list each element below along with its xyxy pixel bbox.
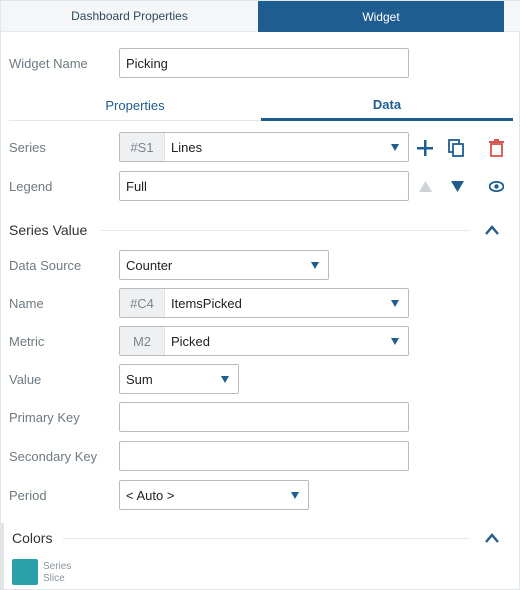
section-divider — [63, 538, 469, 539]
swatch-label-series: Series — [43, 561, 72, 572]
chevron-up-icon[interactable] — [484, 532, 500, 544]
data-source-label: Data Source — [9, 258, 82, 273]
period-select[interactable]: < Auto > — [119, 480, 309, 510]
legend-label: Legend — [9, 179, 53, 194]
metric-select[interactable]: M2 Picked — [119, 326, 409, 356]
color-swatch[interactable] — [12, 559, 38, 585]
chevron-down-icon — [311, 262, 319, 269]
tab-properties[interactable]: Properties — [9, 91, 261, 121]
widget-name-label: Widget Name — [9, 56, 88, 71]
primary-key-input[interactable] — [119, 402, 409, 432]
section-left-border — [1, 523, 4, 590]
series-label: Series — [9, 140, 46, 155]
legend-value: Full — [126, 178, 147, 194]
chevron-down-icon — [391, 300, 399, 307]
primary-key-label: Primary Key — [9, 410, 80, 425]
value-select[interactable]: Sum — [119, 364, 239, 394]
widget-name-value: Picking — [126, 55, 168, 71]
delete-icon[interactable] — [489, 139, 504, 157]
chevron-down-icon — [391, 144, 399, 151]
metric-tag: M2 — [120, 327, 165, 355]
name-label: Name — [9, 296, 44, 311]
series-select[interactable]: #S1 Lines — [119, 132, 409, 162]
section-divider — [101, 230, 469, 231]
name-value: ItemsPicked — [171, 295, 242, 311]
tab-widget[interactable]: Widget — [258, 1, 504, 32]
metric-label: Metric — [9, 334, 45, 349]
period-label: Period — [9, 488, 47, 503]
swatch-label-slice: Slice — [43, 573, 65, 584]
chevron-down-icon — [291, 492, 299, 499]
value-value: Sum — [126, 371, 153, 387]
series-tag: #S1 — [120, 133, 165, 161]
chevron-up-icon[interactable] — [484, 224, 500, 236]
secondary-key-input[interactable] — [119, 441, 409, 471]
tab-dashboard-properties[interactable]: Dashboard Properties — [1, 1, 258, 32]
value-label: Value — [9, 372, 42, 387]
chevron-down-icon — [221, 376, 229, 383]
copy-icon[interactable] — [448, 139, 464, 157]
secondary-key-label: Secondary Key — [9, 449, 98, 464]
tab-data[interactable]: Data — [261, 91, 513, 121]
data-source-select[interactable]: Counter — [119, 250, 329, 280]
colors-title: Colors — [12, 530, 53, 546]
eye-icon[interactable] — [489, 181, 504, 192]
move-up-icon[interactable] — [419, 181, 432, 192]
widget-editor-panel: Dashboard Properties Widget Widget Name … — [0, 0, 520, 590]
tab-strip-filler — [504, 1, 520, 32]
chevron-down-icon — [391, 338, 399, 345]
name-tag: #C4 — [120, 289, 165, 317]
widget-name-input[interactable]: Picking — [119, 48, 409, 78]
series-value-title: Series Value — [9, 222, 88, 238]
name-select[interactable]: #C4 ItemsPicked — [119, 288, 409, 318]
period-value: < Auto > — [126, 487, 175, 503]
data-source-value: Counter — [126, 257, 173, 273]
add-icon[interactable] — [416, 139, 434, 157]
series-value: Lines — [171, 139, 203, 155]
move-down-icon[interactable] — [451, 181, 464, 192]
legend-input[interactable]: Full — [119, 171, 409, 201]
metric-value: Picked — [171, 333, 211, 349]
